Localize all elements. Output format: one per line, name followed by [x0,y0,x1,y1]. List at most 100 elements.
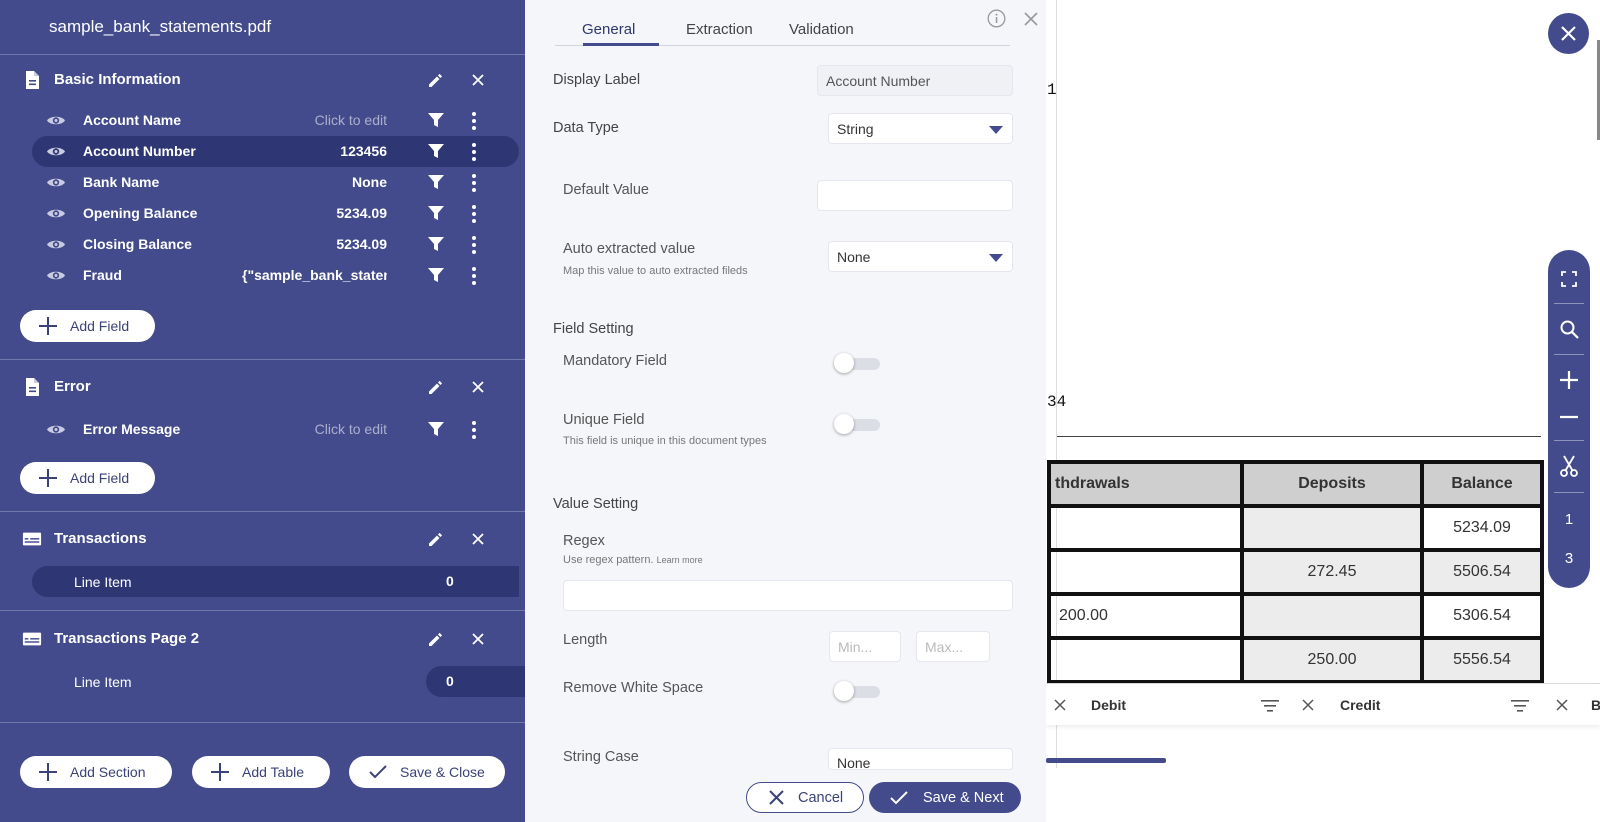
eye-icon[interactable] [46,268,66,283]
filter-icon[interactable] [428,206,444,221]
more-vert-icon[interactable] [471,173,477,193]
close-icon[interactable] [1302,699,1314,711]
auto-extracted-select[interactable]: None [828,241,1013,272]
add-section-button[interactable]: Add Section [20,756,172,788]
pencil-icon[interactable] [427,630,445,648]
add-table-button[interactable]: Add Table [192,756,330,788]
field-value[interactable]: None [352,174,387,190]
field-row-account-name[interactable]: Account Name Click to edit [32,105,519,136]
more-vert-icon[interactable] [471,204,477,224]
column-label-partial[interactable]: B [1591,697,1600,713]
mandatory-field-toggle[interactable] [834,352,880,374]
filter-icon[interactable] [428,113,444,128]
add-field-label: Add Field [70,318,130,334]
close-viewer-button[interactable] [1548,13,1589,54]
page-number: 3 [1564,549,1574,567]
save-next-button[interactable]: Save & Next [869,782,1021,813]
section-header-error[interactable]: Error [0,367,525,407]
table-row: 200.00 5306.54 [1047,592,1544,640]
filter-icon[interactable] [428,175,444,190]
zoom-out-button[interactable] [1548,397,1590,437]
more-vert-icon[interactable] [471,266,477,286]
remove-white-space-toggle[interactable] [834,680,880,702]
zoom-in-button[interactable] [1548,360,1590,400]
statement-table: thdrawals Deposits Balance 5234.09 272.4… [1047,460,1544,684]
column-label-debit[interactable]: Debit [1091,697,1126,713]
field-row-fraud[interactable]: Fraud {"sample_bank_statements [32,260,519,291]
caret-down-icon [989,254,1003,262]
filter-icon[interactable] [428,144,444,159]
regex-input[interactable] [563,580,1013,611]
tab-extraction[interactable]: Extraction [686,21,753,38]
close-icon[interactable] [1054,699,1066,711]
cell-balance: 5306.54 [1420,592,1544,640]
add-field-button[interactable]: Add Field [20,310,155,342]
fullscreen-button[interactable] [1548,259,1590,299]
close-icon[interactable] [470,379,486,395]
save-close-button[interactable]: Save & Close [349,756,505,788]
field-row-bank-name[interactable]: Bank Name None [32,167,519,198]
page-1-button[interactable]: 1 [1548,499,1590,539]
pencil-icon[interactable] [427,530,445,548]
close-icon[interactable] [470,72,486,88]
close-icon[interactable] [470,531,486,547]
display-label-label: Display Label [553,72,641,88]
tab-general[interactable]: General [582,21,635,38]
field-value[interactable]: 5234.09 [336,205,387,221]
plus-icon [39,763,57,781]
close-icon[interactable] [1556,699,1568,711]
field-row-closing-balance[interactable]: Closing Balance 5234.09 [32,229,519,260]
close-icon [769,790,784,805]
field-value[interactable]: {"sample_bank_statements [242,267,387,283]
more-vert-icon[interactable] [471,235,477,255]
table-header-transactions-page-2[interactable]: Transactions Page 2 [0,619,525,659]
field-value[interactable]: Click to edit [315,421,387,437]
pencil-icon[interactable] [427,71,445,89]
string-case-select[interactable]: None [828,748,1013,770]
viewer-horizontal-scrollbar[interactable] [1046,758,1166,763]
display-label-input[interactable] [817,65,1013,96]
field-row-account-number[interactable]: Account Number 123456 [32,136,519,167]
pencil-icon[interactable] [427,378,445,396]
filter-icon[interactable] [428,422,444,437]
default-value-input[interactable] [817,180,1013,211]
eye-icon[interactable] [46,237,66,252]
more-vert-icon[interactable] [471,111,477,131]
tab-validation[interactable]: Validation [789,21,854,38]
more-vert-icon[interactable] [471,420,477,440]
section-header-basic-information[interactable]: Basic Information [0,60,525,100]
table-title: Transactions Page 2 [54,630,200,647]
eye-icon[interactable] [46,144,66,159]
length-max-input[interactable] [916,631,990,662]
filter-lines-icon[interactable] [1261,699,1279,712]
close-panel-icon[interactable] [1024,12,1038,26]
learn-more-link[interactable]: Learn more [657,555,703,565]
field-value[interactable]: 123456 [340,143,387,159]
page-3-button[interactable]: 3 [1548,538,1590,578]
line-item-row[interactable]: Line Item 0 [32,566,519,597]
length-min-input[interactable] [829,631,901,662]
eye-icon[interactable] [46,422,66,437]
scissors-icon [1560,455,1578,477]
field-value[interactable]: 5234.09 [336,236,387,252]
search-button[interactable] [1548,309,1590,349]
cancel-button[interactable]: Cancel [746,782,864,813]
close-icon[interactable] [470,631,486,647]
field-value[interactable]: Click to edit [315,112,387,128]
field-row-error-message[interactable]: Error Message Click to edit [32,414,519,445]
unique-field-toggle[interactable] [834,413,880,435]
field-row-opening-balance[interactable]: Opening Balance 5234.09 [32,198,519,229]
filter-lines-icon[interactable] [1511,699,1529,712]
column-label-credit[interactable]: Credit [1340,697,1380,713]
eye-icon[interactable] [46,175,66,190]
info-icon[interactable] [987,9,1006,28]
table-header-transactions[interactable]: Transactions [0,519,525,559]
data-type-select[interactable]: String [828,113,1013,144]
filter-icon[interactable] [428,237,444,252]
more-vert-icon[interactable] [471,142,477,162]
add-field-button[interactable]: Add Field [20,462,155,494]
eye-icon[interactable] [46,206,66,221]
cut-button[interactable] [1548,446,1590,486]
filter-icon[interactable] [428,268,444,283]
eye-icon[interactable] [46,113,66,128]
